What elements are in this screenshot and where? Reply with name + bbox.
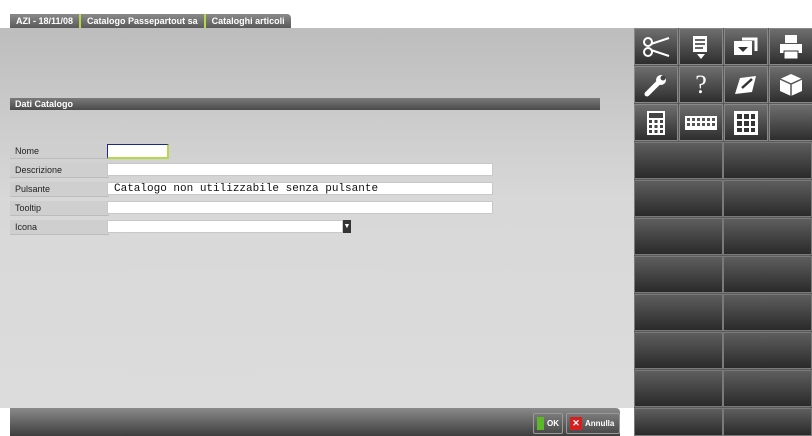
tab-catalog[interactable]: Catalogo Passepartout sa [81, 14, 206, 28]
tooltip-field[interactable] [107, 201, 493, 214]
ok-icon [537, 417, 544, 430]
row-tooltip: Tooltip [10, 201, 500, 216]
function-key-7[interactable] [634, 256, 723, 293]
breadcrumb-tabs: AZI - 18/11/08 Catalogo Passepartout sa … [10, 14, 291, 28]
toolbar-empty-slot [769, 104, 812, 141]
cancel-button[interactable]: ✕ Annulla [566, 413, 620, 434]
section-header: Dati Catalogo [10, 98, 600, 110]
descrizione-label: Descrizione [10, 163, 109, 178]
icona-select[interactable] [107, 220, 343, 233]
chevron-down-icon[interactable]: ▼ [343, 220, 351, 233]
tooltip-label: Tooltip [10, 201, 109, 216]
function-key-15[interactable] [634, 408, 723, 436]
icona-label: Icona [10, 220, 109, 235]
cube-icon[interactable] [769, 66, 812, 103]
grid-icon[interactable] [724, 104, 768, 141]
printer-icon[interactable] [769, 28, 812, 65]
function-key-16[interactable] [723, 408, 812, 436]
function-key-3[interactable] [634, 180, 723, 217]
close-icon: ✕ [570, 417, 582, 430]
nome-label: Nome [10, 144, 109, 159]
function-key-5[interactable] [634, 218, 723, 255]
pulsante-label: Pulsante [10, 182, 109, 197]
row-nome: Nome [10, 144, 210, 159]
function-key-14[interactable] [723, 370, 812, 407]
document-icon[interactable] [679, 28, 723, 65]
export-icon[interactable] [724, 28, 768, 65]
main-panel [0, 28, 634, 408]
toolbar-panel: ? [634, 28, 812, 436]
wrench-icon[interactable] [634, 66, 678, 103]
keyboard-icon[interactable] [679, 104, 723, 141]
pulsante-field[interactable]: Catalogo non utilizzabile senza pulsante [107, 182, 493, 195]
nome-field[interactable] [107, 144, 169, 159]
function-key-6[interactable] [723, 218, 812, 255]
edit-icon[interactable] [724, 66, 768, 103]
row-descrizione: Descrizione [10, 163, 500, 178]
tab-bar: AZI - 18/11/08 Catalogo Passepartout sa … [0, 0, 812, 28]
function-key-9[interactable] [634, 294, 723, 331]
footer-bar [10, 408, 620, 436]
cancel-label: Annulla [585, 419, 615, 428]
calculator-icon[interactable] [634, 104, 678, 141]
function-key-11[interactable] [634, 332, 723, 369]
ok-button[interactable]: OK [533, 413, 563, 434]
descrizione-field[interactable] [107, 163, 493, 176]
function-key-12[interactable] [723, 332, 812, 369]
function-key-2[interactable] [723, 142, 812, 179]
function-key-4[interactable] [723, 180, 812, 217]
row-icona: Icona ▼ [10, 220, 370, 235]
function-key-1[interactable] [634, 142, 723, 179]
scissors-icon[interactable] [634, 28, 678, 65]
row-pulsante: Pulsante Catalogo non utilizzabile senza… [10, 182, 500, 197]
function-key-13[interactable] [634, 370, 723, 407]
tab-company-date[interactable]: AZI - 18/11/08 [10, 14, 82, 28]
help-icon[interactable]: ? [679, 66, 723, 103]
function-key-10[interactable] [723, 294, 812, 331]
ok-label: OK [547, 419, 559, 428]
tab-article-catalogs[interactable]: Cataloghi articoli [205, 14, 291, 28]
function-key-8[interactable] [723, 256, 812, 293]
